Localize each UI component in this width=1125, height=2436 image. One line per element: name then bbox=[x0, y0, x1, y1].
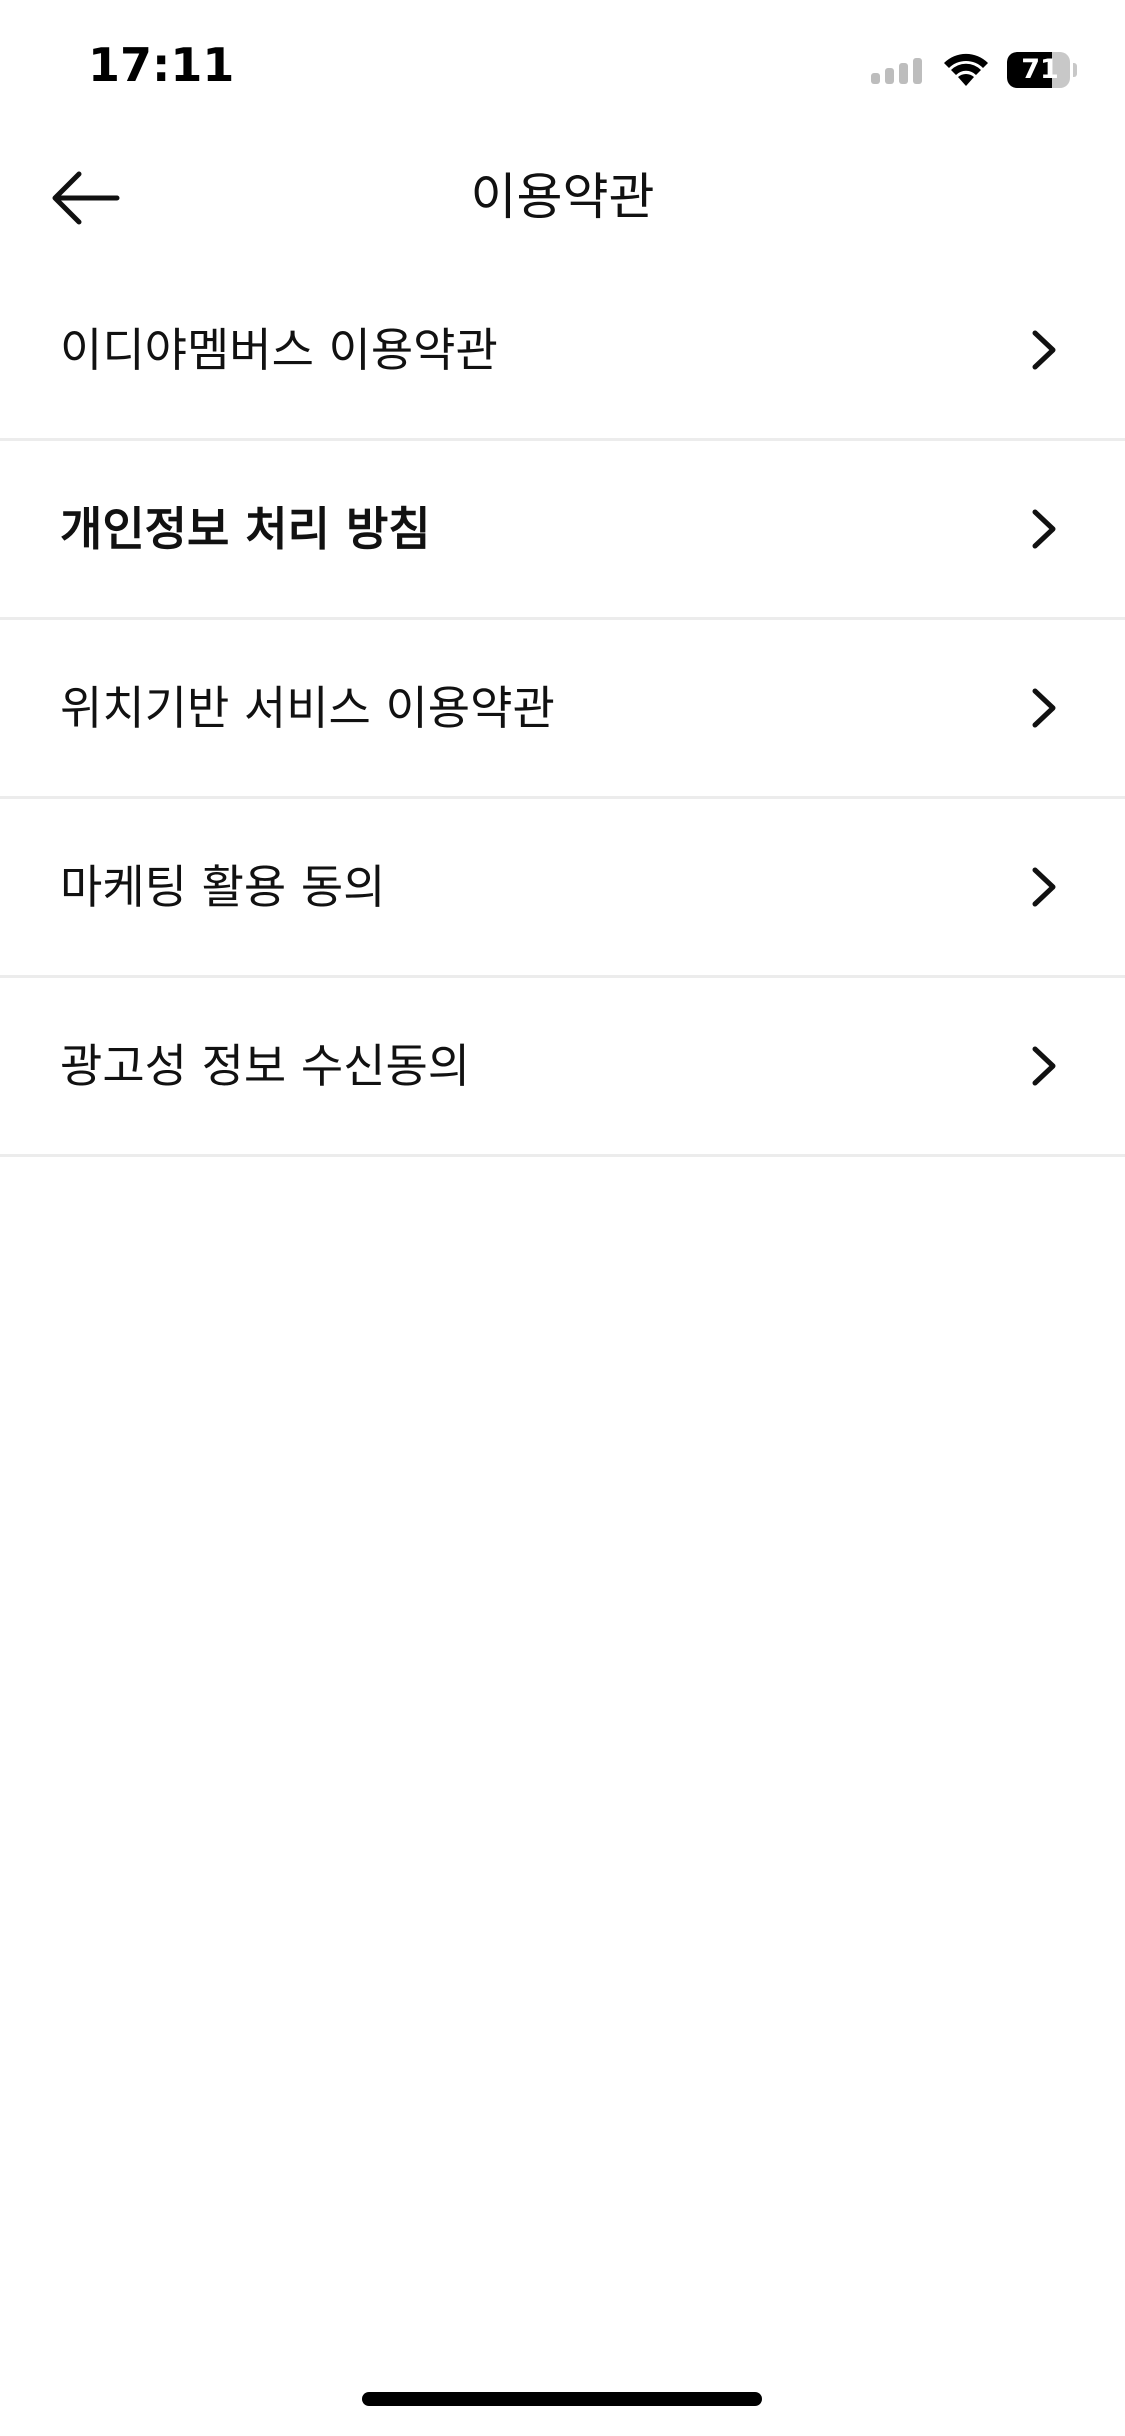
chevron-right-icon bbox=[1032, 509, 1056, 549]
list-item-label: 개인정보 처리 방침 bbox=[60, 502, 431, 556]
terms-list: 이디야멤버스 이용약관 개인정보 처리 방침 위치기반 서비스 이용약관 마케팅… bbox=[0, 262, 1125, 1157]
chevron-right-icon bbox=[1032, 330, 1056, 370]
status-icons: 71 bbox=[871, 48, 1077, 92]
list-item-ad-consent[interactable]: 광고성 정보 수신동의 bbox=[0, 978, 1125, 1157]
nav-header: 이용약관 bbox=[0, 132, 1125, 262]
list-item-label: 광고성 정보 수신동의 bbox=[60, 1039, 471, 1093]
list-item-marketing-consent[interactable]: 마케팅 활용 동의 bbox=[0, 799, 1125, 978]
list-item-label: 이디야멤버스 이용약관 bbox=[60, 323, 498, 377]
home-indicator[interactable] bbox=[362, 2392, 762, 2406]
list-item-privacy-policy[interactable]: 개인정보 처리 방침 bbox=[0, 441, 1125, 620]
list-item-label: 위치기반 서비스 이용약관 bbox=[60, 681, 555, 735]
battery-percent: 71 bbox=[1021, 54, 1059, 85]
status-bar: 17:11 71 bbox=[0, 0, 1125, 132]
list-item-label: 마케팅 활용 동의 bbox=[60, 860, 386, 914]
chevron-right-icon bbox=[1032, 1046, 1056, 1086]
cellular-signal-icon bbox=[871, 58, 922, 84]
wifi-icon bbox=[944, 53, 988, 86]
battery-icon: 71 bbox=[1007, 51, 1077, 89]
status-time: 17:11 bbox=[88, 38, 235, 92]
list-item-location-terms[interactable]: 위치기반 서비스 이용약관 bbox=[0, 620, 1125, 799]
page-title: 이용약관 bbox=[470, 168, 655, 226]
chevron-right-icon bbox=[1032, 867, 1056, 907]
chevron-right-icon bbox=[1032, 688, 1056, 728]
list-item-membership-terms[interactable]: 이디야멤버스 이용약관 bbox=[0, 262, 1125, 441]
